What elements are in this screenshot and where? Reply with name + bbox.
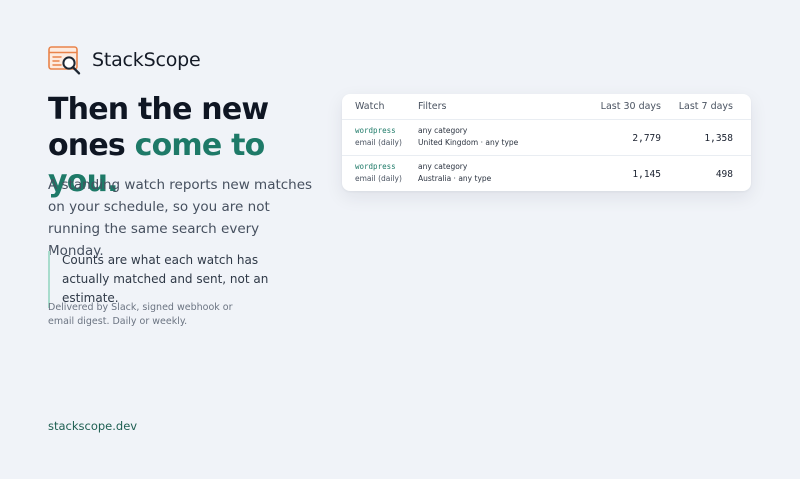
watch-channel: email (daily) [355, 138, 402, 147]
last-7-days-cell: 498 [661, 155, 751, 191]
watch-term: wordpress [355, 162, 396, 172]
filter-category: any category [418, 162, 468, 172]
last-30-days-cell: 2,779 [563, 119, 661, 156]
delivery-fineprint: Delivered by Slack, signed webhook or em… [48, 302, 233, 327]
code-window-magnifier-icon [48, 46, 81, 75]
last-30-days-count: 1,145 [632, 169, 661, 181]
brand-name: StackScope [92, 49, 201, 71]
last-7-days-count: 1,358 [704, 133, 733, 144]
last-7-days-count: 498 [715, 169, 733, 181]
last-30-days-count: 2,779 [632, 133, 661, 144]
column-header-last-30-days: Last 30 days [563, 94, 661, 120]
site-link[interactable]: stackscope.dev [48, 419, 137, 433]
table-row[interactable]: wordpress email (daily) any category Aus… [342, 155, 751, 191]
table-row[interactable]: wordpress email (daily) any category Uni… [342, 119, 751, 156]
watch-term: wordpress [355, 126, 396, 135]
column-header-last-7-days: Last 7 days [661, 94, 751, 120]
filter-category: any category [418, 126, 468, 135]
filter-scope: United Kingdom · any type [418, 138, 519, 147]
column-header-watch: Watch [342, 94, 418, 120]
filters-cell: any category Australia · any type [418, 155, 563, 191]
column-header-filters: Filters [418, 94, 563, 120]
last-7-days-cell: 1,358 [661, 119, 751, 156]
callout-note: Counts are what each watch has actually … [48, 251, 308, 308]
watch-channel: email (daily) [355, 174, 402, 184]
table-header-row: Watch Filters Last 30 days Last 7 days [342, 94, 751, 120]
filters-cell: any category United Kingdom · any type [418, 119, 563, 156]
watch-table: Watch Filters Last 30 days Last 7 days w… [342, 94, 751, 191]
brand: StackScope [48, 45, 201, 75]
watch-cell: wordpress email (daily) [342, 155, 418, 191]
filter-scope: Australia · any type [418, 174, 492, 184]
watch-cell: wordpress email (daily) [342, 119, 418, 156]
hero-lede: A standing watch reports new matches on … [48, 177, 313, 259]
last-30-days-cell: 1,145 [563, 155, 661, 191]
watch-table-card: Watch Filters Last 30 days Last 7 days w… [342, 94, 751, 191]
